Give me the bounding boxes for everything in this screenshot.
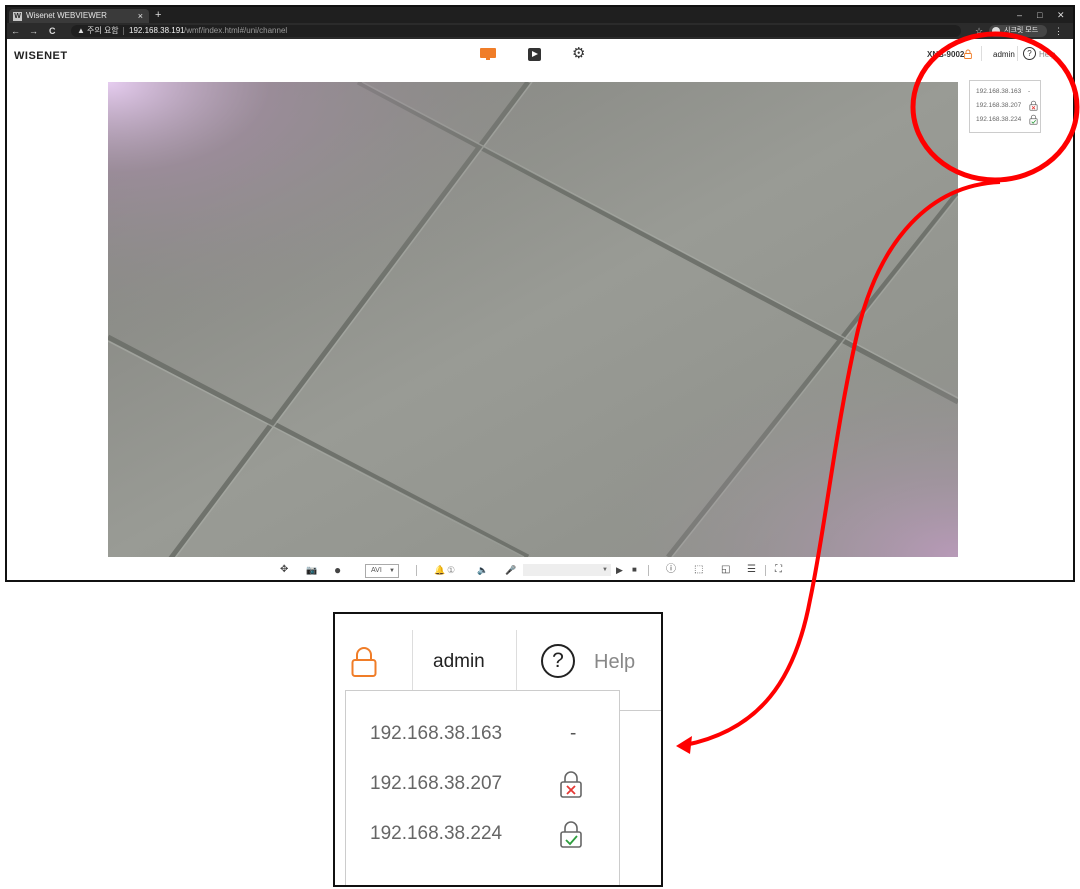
lock-ok-icon <box>560 821 582 848</box>
browser-window: W Wisenet WEBVIEWER × + – □ ✕ ← → C ▲ 주의… <box>5 5 1075 582</box>
wisenet-favicon-icon: W <box>13 12 22 21</box>
zoom-panel: admin ? Help 192.168.38.163 - 192.168.38… <box>333 612 663 887</box>
url-host: 192.168.38.191 <box>129 26 185 35</box>
url-input[interactable]: ▲ 주의 요함 192.168.38.191 /wmf/index.html#/… <box>71 25 961 37</box>
back-icon[interactable]: ← <box>11 23 20 39</box>
toolbar-divider <box>765 565 766 576</box>
dropdown-ip[interactable]: 192.168.38.163 <box>976 88 1021 95</box>
bookmark-star-icon[interactable]: ☆ <box>975 23 983 39</box>
toolbar-divider <box>416 565 417 576</box>
aspect-icon[interactable]: ◱ <box>721 563 730 577</box>
browser-tab[interactable]: W Wisenet WEBVIEWER × <box>9 9 149 23</box>
status-none: - <box>1028 88 1031 95</box>
snapshot-icon[interactable]: 📷 <box>306 563 317 577</box>
minimize-icon[interactable]: – <box>1017 7 1022 23</box>
mic-icon[interactable]: 🎤 <box>505 563 516 577</box>
alarm-count: ① <box>447 565 456 575</box>
dropdown-ip[interactable]: 192.168.38.224 <box>976 116 1021 123</box>
speaker-icon[interactable]: 🔈 <box>477 563 488 577</box>
playback-icon[interactable] <box>528 48 541 61</box>
record-icon[interactable]: ● <box>334 563 341 577</box>
live-video[interactable] <box>108 82 958 557</box>
playback-select[interactable]: ▼ <box>523 564 611 576</box>
user-name: admin <box>433 651 485 672</box>
format-value: AVI <box>371 567 382 574</box>
lock-icon[interactable] <box>964 49 972 59</box>
user-name[interactable]: admin <box>993 50 1015 59</box>
toolbar-divider <box>648 565 649 576</box>
url-divider <box>123 27 124 35</box>
dropdown-ip: 192.168.38.163 <box>370 723 503 744</box>
ptz-icon[interactable]: ✥ <box>280 563 288 577</box>
stop-icon[interactable]: ■ <box>632 563 637 577</box>
wisenet-logo: WISENET <box>14 50 68 62</box>
tab-bar: W Wisenet WEBVIEWER × + – □ ✕ <box>7 7 1073 23</box>
help-icon[interactable]: ? <box>1023 47 1036 60</box>
incognito-icon <box>992 27 1000 35</box>
url-path: /wmf/index.html#/uni/channel <box>184 26 288 35</box>
dropdown-ip[interactable]: 192.168.38.207 <box>976 102 1021 109</box>
browser-menu-icon[interactable]: ⋮ <box>1054 23 1063 39</box>
dropdown-ip: 192.168.38.224 <box>370 823 503 844</box>
header-divider <box>1017 46 1018 61</box>
app-header: WISENET ⚙ XNB-9002 admin ? Help 192.168.… <box>7 40 1073 133</box>
incognito-badge[interactable]: 시크릿 모드 <box>989 25 1047 37</box>
info-icon[interactable]: ⓘ <box>666 563 676 577</box>
help-icon: ? <box>541 644 575 678</box>
warning-icon: ▲ <box>77 26 85 35</box>
lock-failed-icon <box>1029 100 1038 111</box>
security-note: 주의 요함 <box>87 26 119 35</box>
forward-icon[interactable]: → <box>29 23 38 39</box>
alarm-icon[interactable]: 🔔 <box>434 563 445 577</box>
security-dropdown-zoom: 192.168.38.163 - 192.168.38.207 192.168.… <box>345 690 620 885</box>
status-none: - <box>570 723 577 744</box>
fullscreen-icon[interactable]: ⛶ <box>775 563 782 577</box>
header-divider <box>412 630 413 692</box>
header-divider <box>516 630 517 692</box>
play-icon[interactable]: ▶ <box>616 563 623 577</box>
monitor-icon[interactable] <box>480 48 496 60</box>
lock-ok-icon <box>1029 114 1038 125</box>
header-divider <box>981 46 982 61</box>
tab-title: Wisenet WEBVIEWER <box>26 11 107 20</box>
dropdown-ip: 192.168.38.207 <box>370 773 503 794</box>
tab-close-icon[interactable]: × <box>138 9 143 23</box>
chevron-down-icon: ▼ <box>389 568 395 574</box>
header-underline <box>618 710 661 711</box>
help-link[interactable]: Help <box>1039 50 1055 59</box>
settings-icon[interactable]: ⚙ <box>572 45 585 63</box>
reload-icon[interactable]: C <box>49 23 56 39</box>
security-dropdown: 192.168.38.163 - 192.168.38.207 192.168.… <box>969 80 1041 133</box>
video-toolbar: ✥ 📷 ● AVI ▼ 🔔 ① 🔈 🎤 ▼ ▶ ■ ⓘ ⬚ ◱ ☰ ⛶ <box>7 561 1073 579</box>
ceiling-tiles-image <box>108 82 958 557</box>
chevron-down-icon: ▼ <box>602 567 608 573</box>
window-close-icon[interactable]: ✕ <box>1057 7 1065 23</box>
camera-model: XNB-9002 <box>927 50 965 59</box>
address-bar: ← → C ▲ 주의 요함 192.168.38.191 /wmf/index.… <box>7 23 1073 39</box>
format-select[interactable]: AVI ▼ <box>365 564 399 578</box>
maximize-icon[interactable]: □ <box>1037 7 1042 23</box>
area-select-icon[interactable]: ⬚ <box>694 563 703 577</box>
lock-failed-icon <box>560 771 582 798</box>
incognito-label: 시크릿 모드 <box>1004 27 1039 34</box>
new-tab-button[interactable]: + <box>155 7 161 23</box>
lock-icon <box>351 647 377 677</box>
arrowhead-icon <box>676 736 692 754</box>
help-link: Help <box>594 651 636 673</box>
adjust-icon[interactable]: ☰ <box>747 563 756 577</box>
